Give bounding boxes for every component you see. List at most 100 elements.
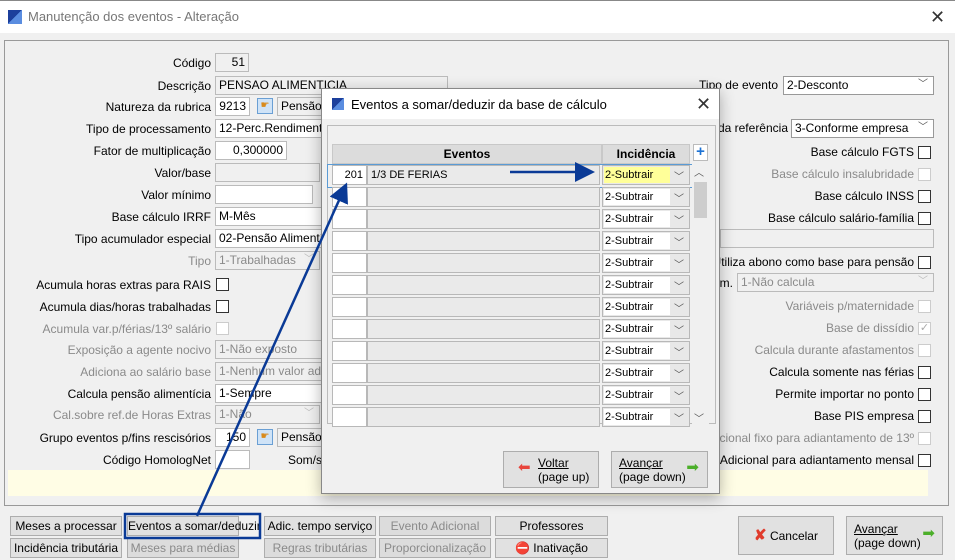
table-row[interactable]: 2-Subtrair ﹀ xyxy=(328,407,692,429)
table-row[interactable]: 2-Subtrair ﹀ xyxy=(328,275,692,297)
incidencia-select[interactable]: 2-Subtrair ﹀ xyxy=(602,231,690,251)
scroll-down-icon[interactable]: ﹀ xyxy=(694,410,704,425)
incidencia-value: 2-Subtrair xyxy=(604,189,670,205)
field-18[interactable] xyxy=(215,450,250,469)
table-row[interactable]: 2-Subtrair ﹀ xyxy=(328,341,692,363)
field-7[interactable]: M-Mês xyxy=(215,207,335,226)
checkbox[interactable] xyxy=(918,256,931,269)
voltar-button[interactable]: ⬅ Voltar (page up) xyxy=(503,451,599,488)
bottom-button-4[interactable]: Professores xyxy=(495,516,608,536)
checkbox[interactable] xyxy=(918,454,931,467)
title-bar: Manutenção dos eventos - Alteração ✕ xyxy=(0,0,955,33)
event-code-cell[interactable] xyxy=(332,187,367,207)
table-row[interactable]: 2-Subtrair ﹀ xyxy=(328,385,692,407)
incidencia-value: 2-Subtrair xyxy=(604,211,670,227)
incidencia-select[interactable]: 2-Subtrair ﹀ xyxy=(602,165,690,185)
field-17[interactable]: 150 xyxy=(215,428,250,447)
event-code-cell[interactable] xyxy=(332,231,367,251)
checkbox[interactable] xyxy=(216,278,229,291)
checkbox xyxy=(918,168,931,181)
field-value: 1-Nenhum valor adicio xyxy=(219,364,335,378)
bottom-button-0[interactable]: Meses a processar xyxy=(10,516,122,536)
bottom-button-8: Proporcionalização xyxy=(379,538,491,558)
field-5[interactable] xyxy=(215,163,320,182)
incidencia-select[interactable]: 2-Subtrair ﹀ xyxy=(602,187,690,207)
field-value: M-Mês xyxy=(219,209,256,223)
incidencia-select[interactable]: 2-Subtrair ﹀ xyxy=(602,363,690,383)
table-row[interactable]: 2-Subtrair ﹀ xyxy=(328,319,692,341)
bottom-button-5[interactable]: Incidência tributária xyxy=(10,538,122,558)
checkbox[interactable] xyxy=(918,388,931,401)
table-row[interactable]: 2-Subtrair ﹀ xyxy=(328,363,692,385)
event-code-cell[interactable] xyxy=(332,253,367,273)
field-label: Adiciona ao salário base xyxy=(80,365,211,379)
bottom-button-2[interactable]: Adic. tempo serviço xyxy=(264,516,376,536)
event-code-cell[interactable]: 201 xyxy=(332,165,367,185)
scroll-thumb[interactable] xyxy=(694,182,707,218)
event-code-cell[interactable] xyxy=(332,297,367,317)
scrollbar[interactable]: ︿ ﹀ xyxy=(692,164,709,425)
inativacao-icon: ⛔ xyxy=(515,541,534,555)
text-field[interactable] xyxy=(720,229,934,248)
event-description-cell xyxy=(367,385,600,405)
event-code-cell[interactable] xyxy=(332,275,367,295)
avancar-button[interactable]: Avançar (page down) ➡ xyxy=(611,451,708,488)
field-2[interactable]: 9213 xyxy=(215,97,250,116)
event-code-cell[interactable] xyxy=(332,341,367,361)
incidencia-select[interactable]: 2-Subtrair ﹀ xyxy=(602,385,690,405)
column-header-incidencia[interactable]: Incidência xyxy=(602,144,690,164)
table-row[interactable]: 2-Subtrair ﹀ xyxy=(328,209,692,231)
add-row-button[interactable]: + xyxy=(693,144,708,161)
button-label: Inativação xyxy=(533,541,588,555)
field-15[interactable]: 1-Sempre xyxy=(215,384,335,403)
checkbox[interactable] xyxy=(918,212,931,225)
table-row[interactable]: 2-Subtrair ﹀ xyxy=(328,187,692,209)
event-code-cell[interactable] xyxy=(332,407,367,427)
close-icon[interactable]: ✕ xyxy=(930,8,945,26)
referencia-select[interactable]: 3-Conforme empresa ﹀ xyxy=(791,119,934,138)
checkbox[interactable] xyxy=(918,410,931,423)
field-value: 1-Sempre xyxy=(219,386,272,400)
lookup-icon[interactable]: ☛ xyxy=(257,98,273,114)
event-code-cell[interactable] xyxy=(332,385,367,405)
event-code-cell[interactable] xyxy=(332,209,367,229)
lookup-icon[interactable]: ☛ xyxy=(257,429,273,445)
table-row[interactable]: 2-Subtrair ﹀ xyxy=(328,253,692,275)
button-label: Regras tributárias xyxy=(272,541,368,555)
table-row[interactable]: 201 1/3 DE FERIAS 2-Subtrair ﹀ xyxy=(327,164,693,188)
next-button[interactable]: Avançar (page down) ➡ xyxy=(846,516,943,555)
event-description-cell xyxy=(367,363,600,383)
table-row[interactable]: 2-Subtrair ﹀ xyxy=(328,231,692,253)
incidencia-select[interactable]: 2-Subtrair ﹀ xyxy=(602,297,690,317)
bottom-button-1[interactable]: Eventos a somar/deduzir xyxy=(127,516,261,536)
checkbox[interactable] xyxy=(918,190,931,203)
column-header-eventos[interactable]: Eventos xyxy=(332,144,602,164)
cancel-button[interactable]: ✘ Cancelar xyxy=(738,516,834,555)
event-code-cell[interactable] xyxy=(332,363,367,383)
checkbox[interactable] xyxy=(918,366,931,379)
incidencia-select[interactable]: 2-Subtrair ﹀ xyxy=(602,275,690,295)
incidencia-select[interactable]: 2-Subtrair ﹀ xyxy=(602,341,690,361)
dialog-close-icon[interactable]: ✕ xyxy=(696,95,711,113)
field-6[interactable] xyxy=(215,185,313,204)
field-0[interactable]: 51 xyxy=(215,53,249,72)
incidencia-select[interactable]: 2-Subtrair ﹀ xyxy=(602,209,690,229)
chevron-down-icon: ﹀ xyxy=(674,260,684,271)
event-code-cell[interactable] xyxy=(332,319,367,339)
scroll-up-icon[interactable]: ︿ xyxy=(694,164,704,179)
incidencia-select[interactable]: 2-Subtrair ﹀ xyxy=(602,407,690,427)
avancar-label: Avançar xyxy=(619,456,663,470)
tipo-evento-select[interactable]: 2-Desconto ﹀ xyxy=(783,76,934,95)
checkbox[interactable] xyxy=(216,300,229,313)
field-4[interactable]: 0,300000 xyxy=(215,141,287,160)
checkbox[interactable] xyxy=(918,146,931,159)
incidencia-select[interactable]: 2-Subtrair ﹀ xyxy=(602,319,690,339)
table-row[interactable]: 2-Subtrair ﹀ xyxy=(328,297,692,319)
checkbox xyxy=(918,432,931,445)
app-icon xyxy=(8,10,22,24)
chevron-down-icon: ﹀ xyxy=(674,392,684,403)
field-8[interactable]: 02-Pensão Alimentícia xyxy=(215,229,335,248)
bottom-button-9[interactable]: ⛔ Inativação xyxy=(495,538,608,558)
incidencia-select[interactable]: 2-Subtrair ﹀ xyxy=(602,253,690,273)
field-3[interactable]: 12-Perc.Rendimentos xyxy=(215,119,335,138)
